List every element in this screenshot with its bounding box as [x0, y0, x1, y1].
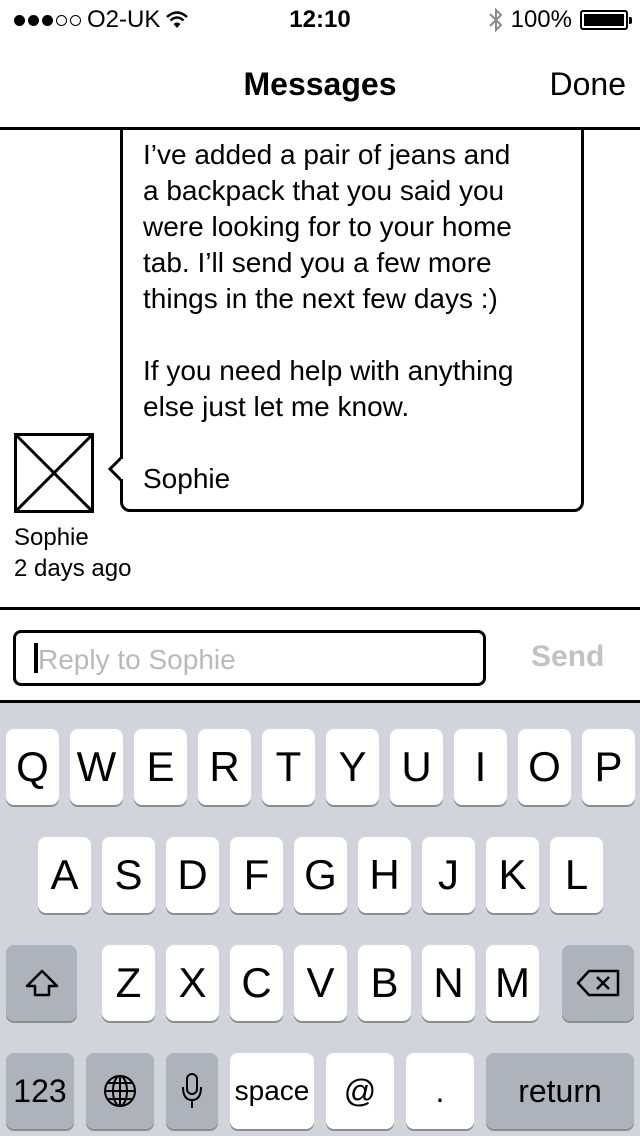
key-s[interactable]: S	[102, 837, 155, 913]
done-button[interactable]: Done	[550, 66, 627, 103]
reply-placeholder: Reply to Sophie	[38, 644, 236, 675]
key-p[interactable]: P	[582, 729, 635, 805]
key-j[interactable]: J	[422, 837, 475, 913]
message-text: I’ve added a pair of jeans and a backpac…	[143, 139, 514, 494]
backspace-icon	[576, 969, 620, 997]
key-k[interactable]: K	[486, 837, 539, 913]
battery-icon	[580, 10, 632, 30]
key-b[interactable]: B	[358, 945, 411, 1021]
message-timestamp: 2 days ago	[14, 555, 132, 582]
key-z[interactable]: Z	[102, 945, 155, 1021]
at-key[interactable]: @	[326, 1053, 394, 1129]
reply-bar: Reply to Sophie Send	[0, 607, 640, 703]
return-key[interactable]: return	[486, 1053, 634, 1129]
status-bar: O2-UK 12:10 100%	[0, 0, 640, 40]
key-r[interactable]: R	[198, 729, 251, 805]
send-button[interactable]: Send	[531, 640, 604, 674]
globe-key[interactable]	[86, 1053, 154, 1129]
page-title: Messages	[243, 66, 397, 102]
key-h[interactable]: H	[358, 837, 411, 913]
key-o[interactable]: O	[518, 729, 571, 805]
message-bubble: I’ve added a pair of jeans and a backpac…	[120, 130, 584, 512]
keyboard: Q W E R T Y U I O P A S D F G H J K L Z …	[0, 703, 640, 1136]
avatar-placeholder-icon	[14, 433, 94, 513]
period-key[interactable]: .	[406, 1053, 474, 1129]
shift-icon	[25, 969, 58, 997]
numbers-key[interactable]: 123	[6, 1053, 74, 1129]
nav-bar: Messages Done	[0, 40, 640, 130]
key-d[interactable]: D	[166, 837, 219, 913]
key-t[interactable]: T	[262, 729, 315, 805]
bubble-tail	[108, 457, 124, 481]
key-u[interactable]: U	[390, 729, 443, 805]
key-e[interactable]: E	[134, 729, 187, 805]
key-m[interactable]: M	[486, 945, 539, 1021]
dictation-key[interactable]	[166, 1053, 218, 1129]
key-g[interactable]: G	[294, 837, 347, 913]
key-n[interactable]: N	[422, 945, 475, 1021]
key-l[interactable]: L	[550, 837, 603, 913]
message-thread[interactable]: I’ve added a pair of jeans and a backpac…	[0, 130, 640, 608]
bluetooth-icon	[488, 7, 503, 33]
battery-group: 100%	[488, 6, 632, 34]
battery-percent: 100%	[510, 6, 572, 33]
key-i[interactable]: I	[454, 729, 507, 805]
backspace-key[interactable]	[562, 945, 634, 1021]
key-v[interactable]: V	[294, 945, 347, 1021]
key-w[interactable]: W	[70, 729, 123, 805]
reply-input[interactable]: Reply to Sophie	[13, 630, 486, 686]
sender-name: Sophie	[14, 524, 89, 551]
key-c[interactable]: C	[230, 945, 283, 1021]
key-x[interactable]: X	[166, 945, 219, 1021]
globe-icon	[104, 1075, 136, 1107]
microphone-icon	[182, 1073, 202, 1108]
key-y[interactable]: Y	[326, 729, 379, 805]
key-a[interactable]: A	[38, 837, 91, 913]
shift-key[interactable]	[6, 945, 77, 1021]
key-f[interactable]: F	[230, 837, 283, 913]
space-key[interactable]: space	[230, 1053, 314, 1129]
key-q[interactable]: Q	[6, 729, 59, 805]
